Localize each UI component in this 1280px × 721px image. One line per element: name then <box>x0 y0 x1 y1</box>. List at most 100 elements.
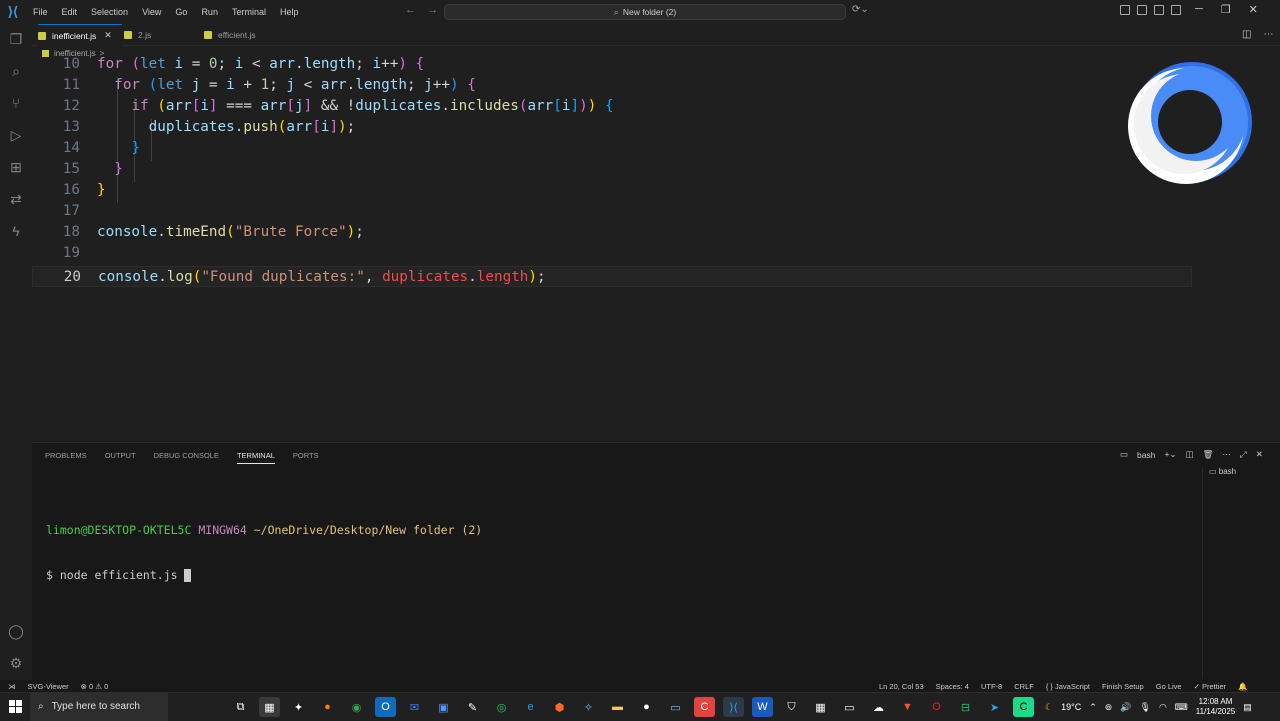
problems-status[interactable]: ⊗ 0 ⚠ 0 <box>81 682 109 691</box>
toggle-panel-icon[interactable] <box>1137 5 1147 15</box>
command-center[interactable]: ⌕ New folder (2) <box>444 4 846 20</box>
menu-file[interactable]: File <box>26 0 55 24</box>
extensions-icon[interactable]: ⊞ <box>7 158 25 176</box>
app-icon[interactable]: ⛉ <box>781 697 802 717</box>
language-mode[interactable]: { } JavaScript <box>1046 682 1090 691</box>
toggle-secondary-sidebar-icon[interactable] <box>1154 5 1164 15</box>
app-icon[interactable]: ● <box>636 697 657 717</box>
telegram-icon[interactable]: ➤ <box>984 697 1005 717</box>
split-terminal-icon[interactable]: ◫ <box>1186 449 1194 460</box>
terminal-output[interactable]: limon@DESKTOP-OKTEL5C MINGW64 ~/OneDrive… <box>46 495 482 596</box>
menu-run[interactable]: Run <box>194 0 225 24</box>
language-icon[interactable]: ⌨ <box>1175 702 1188 713</box>
edge-icon[interactable]: e <box>520 697 541 717</box>
go-live[interactable]: Go Live <box>1156 682 1182 691</box>
app-icon[interactable]: ▭ <box>665 697 686 717</box>
explorer-icon[interactable]: ❐ <box>7 30 25 48</box>
prettier-status[interactable]: ✓ Prettier <box>1194 682 1227 691</box>
copilot-app-icon[interactable]: ✦ <box>288 697 309 717</box>
back-arrow-icon[interactable]: ← <box>405 4 416 16</box>
toggle-sidebar-icon[interactable] <box>1120 5 1130 15</box>
app-icon[interactable]: ☁ <box>868 697 889 717</box>
remote-explorer-icon[interactable]: ⇄ <box>7 190 25 208</box>
vscode-icon[interactable]: ⟩⟨ <box>723 697 744 717</box>
network-icon[interactable]: ⊚ <box>1105 702 1113 713</box>
volume-icon[interactable]: 🔊 <box>1120 702 1131 713</box>
eol[interactable]: CRLF <box>1014 682 1034 691</box>
app-icon[interactable]: ✧ <box>578 697 599 717</box>
app-icon[interactable]: ✎ <box>462 697 483 717</box>
clock[interactable]: 12:08 AM 11/14/2025 <box>1196 697 1235 717</box>
menu-selection[interactable]: Selection <box>84 0 135 24</box>
opera-icon[interactable]: O <box>926 697 947 717</box>
run-debug-icon[interactable]: ▷ <box>7 126 25 144</box>
encoding[interactable]: UTF-8 <box>981 682 1002 691</box>
whatsapp-icon[interactable]: ◎ <box>491 697 512 717</box>
svg-viewer-status[interactable]: SVG-Viewer <box>28 682 69 691</box>
split-editor-icon[interactable]: ◫ <box>1242 29 1251 40</box>
windows-start-icon[interactable] <box>0 700 30 713</box>
lightning-icon[interactable]: ϟ <box>7 222 25 240</box>
app-icon[interactable]: C <box>694 697 715 717</box>
weather-temp[interactable]: 19°C <box>1061 702 1081 712</box>
trash-icon[interactable]: 🗑 <box>1203 449 1214 460</box>
notifications-icon[interactable]: ▤ <box>1243 702 1252 713</box>
cursor-position[interactable]: Ln 20, Col 53 <box>879 682 924 691</box>
tab-2-js[interactable]: 2.js <box>124 24 202 46</box>
more-actions-icon[interactable]: ⋯ <box>1263 29 1273 40</box>
tab-problems[interactable]: PROBLEMS <box>45 451 87 464</box>
minimize-icon[interactable]: ─ <box>1195 3 1203 16</box>
chevron-up-icon[interactable]: ⌃ <box>1089 702 1097 713</box>
menu-edit[interactable]: Edit <box>55 0 85 24</box>
bell-icon[interactable]: 🔔 <box>1238 682 1247 691</box>
outlook-icon[interactable]: O <box>375 697 396 717</box>
maximize-panel-icon[interactable]: ⤢ <box>1240 449 1247 460</box>
app-icon[interactable]: ▭ <box>839 697 860 717</box>
tab-debug-console[interactable]: DEBUG CONSOLE <box>154 451 219 464</box>
wifi-icon[interactable]: ◠ <box>1159 702 1167 713</box>
source-control-icon[interactable]: ⑂ <box>7 94 25 112</box>
weather-icon[interactable]: ☾ <box>1045 702 1053 713</box>
tab-terminal[interactable]: TERMINAL <box>236 451 275 464</box>
messenger-icon[interactable]: ✉ <box>404 697 425 717</box>
calculator-icon[interactable]: ▦ <box>810 697 831 717</box>
task-view-icon[interactable]: ⧉ <box>230 697 251 717</box>
more-icon[interactable]: ⋯ <box>1222 449 1231 460</box>
remote-indicator[interactable]: ⋊ <box>8 682 16 691</box>
new-terminal-icon[interactable]: +⌄ <box>1164 449 1176 460</box>
mic-icon[interactable]: 🎙 <box>1140 702 1151 713</box>
code-editor[interactable]: 10 for (let i = 0; i < arr.length; i++) {… <box>32 56 1280 442</box>
account-icon[interactable]: ◯ <box>7 622 25 640</box>
tab-output[interactable]: OUTPUT <box>105 451 136 464</box>
taskbar-search[interactable]: ⌕ Type here to search <box>30 692 168 721</box>
copilot-icon[interactable]: ⟳⌄ <box>852 4 869 15</box>
finish-setup[interactable]: Finish Setup <box>1102 682 1144 691</box>
customize-layout-icon[interactable] <box>1171 5 1181 15</box>
close-window-icon[interactable]: ✕ <box>1249 3 1258 16</box>
indentation[interactable]: Spaces: 4 <box>936 682 969 691</box>
word-icon[interactable]: W <box>752 697 773 717</box>
menu-help[interactable]: Help <box>273 0 306 24</box>
tab-efficient-js[interactable]: efficient.js <box>204 24 290 46</box>
terminal-list-item[interactable]: bash <box>1219 467 1236 476</box>
menu-terminal[interactable]: Terminal <box>225 0 273 24</box>
tab-inefficient-js[interactable]: inefficient.js ✕ <box>38 24 122 46</box>
file-explorer-icon[interactable]: ▬ <box>607 697 628 717</box>
restore-icon[interactable]: ❐ <box>1221 3 1231 16</box>
app-icon[interactable]: ⊟ <box>955 697 976 717</box>
chrome-icon[interactable]: ◉ <box>346 697 367 717</box>
firefox-icon[interactable]: ● <box>317 697 338 717</box>
app-icon[interactable]: ▣ <box>433 697 454 717</box>
app-icon[interactable]: C <box>1013 697 1034 717</box>
brave-icon[interactable]: ▼ <box>897 697 918 717</box>
gear-icon[interactable]: ⚙ <box>7 654 25 672</box>
forward-arrow-icon[interactable]: → <box>427 4 438 16</box>
close-panel-icon[interactable]: ✕ <box>1256 449 1263 460</box>
menu-view[interactable]: View <box>135 0 168 24</box>
close-icon[interactable]: ✕ <box>104 30 112 41</box>
menu-go[interactable]: Go <box>168 0 194 24</box>
shell-name[interactable]: bash <box>1137 450 1155 460</box>
tab-ports[interactable]: PORTS <box>293 451 319 464</box>
app-icon[interactable]: ⬢ <box>549 697 570 717</box>
search-icon[interactable]: ⌕ <box>7 62 25 80</box>
